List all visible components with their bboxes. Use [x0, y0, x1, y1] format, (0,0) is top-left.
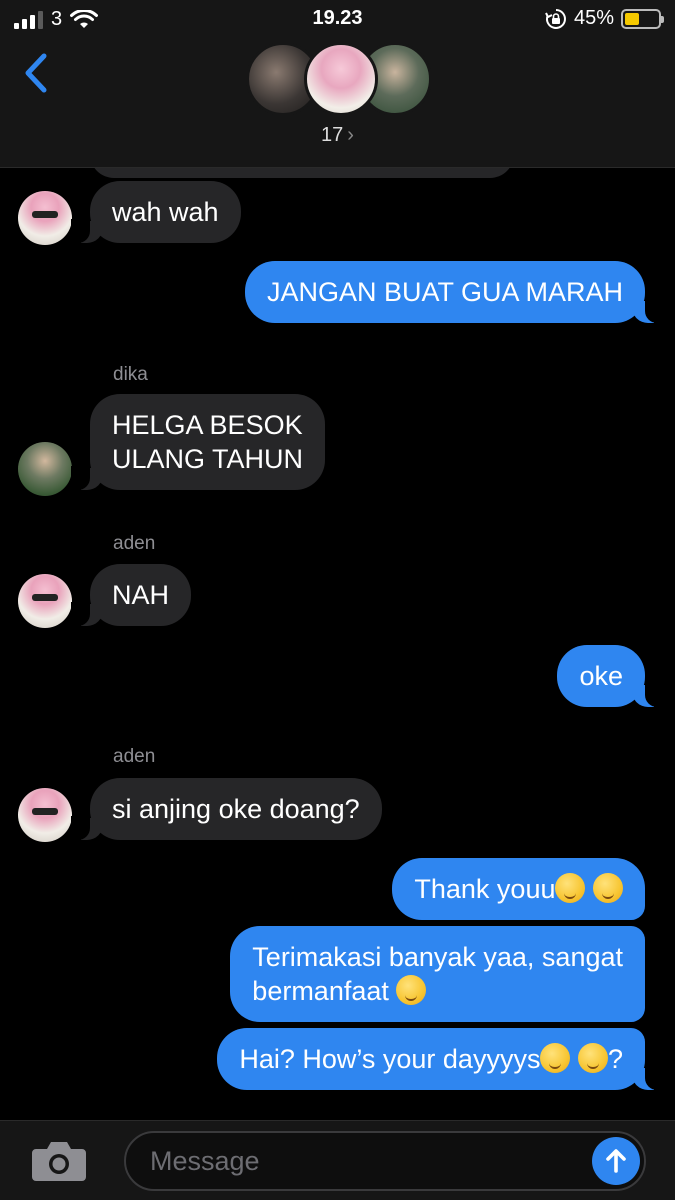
battery-icon — [621, 8, 664, 29]
previous-message-bubble — [90, 168, 514, 178]
status-right: 45% — [545, 7, 664, 30]
camera-icon[interactable] — [30, 1139, 88, 1183]
outgoing-message[interactable]: Hai? How’s your dayyyys ? — [217, 1028, 664, 1090]
outgoing-message[interactable]: Terimakasi banyak yaa, sangat bermanfaat — [230, 926, 645, 1022]
winking-face-icon — [540, 1043, 571, 1073]
incoming-message[interactable]: NAH — [71, 564, 192, 626]
message-text-line: Terimakasi banyak yaa, sangat — [252, 942, 623, 972]
incoming-message[interactable]: wah wah — [71, 181, 241, 243]
smiling-face-icon — [593, 873, 623, 903]
group-member-count[interactable]: 17 › — [0, 124, 675, 147]
member-avatar — [304, 42, 378, 116]
battery-fill — [625, 12, 640, 25]
chevron-right-icon: › — [347, 124, 354, 146]
smiling-face-icon — [555, 873, 586, 903]
group-avatars[interactable] — [246, 42, 432, 116]
member-count-label: 17 — [321, 124, 344, 146]
message-text-suffix: ? — [607, 1044, 623, 1074]
message-text-line: HELGA BESOK — [112, 410, 303, 440]
sender-name: aden — [113, 746, 156, 767]
outgoing-message[interactable]: JANGAN BUAT GUA MARAH — [244, 261, 664, 323]
avatar-aden[interactable] — [18, 788, 72, 842]
message-text: si anjing oke doang? — [112, 794, 360, 824]
message-list[interactable]: wah wah JANGAN BUAT GUA MARAH dika HELGA… — [0, 168, 675, 1120]
send-button[interactable] — [592, 1137, 640, 1185]
sender-name: aden — [113, 533, 156, 554]
message-field[interactable] — [124, 1131, 646, 1191]
avatar-aden[interactable] — [18, 191, 72, 245]
message-text: Thank youu — [414, 874, 556, 904]
smiling-face-icon — [396, 975, 427, 1005]
conversation-header: 17 › — [0, 36, 675, 168]
message-input[interactable] — [150, 1133, 590, 1189]
message-text-line: ULANG TAHUN — [112, 444, 304, 474]
incoming-message[interactable]: si anjing oke doang? — [71, 778, 382, 840]
rotation-lock-icon — [545, 8, 566, 29]
arrow-up-icon — [606, 1149, 626, 1173]
message-text: JANGAN BUAT GUA MARAH — [266, 277, 623, 307]
avatar-dika[interactable] — [18, 442, 72, 496]
chevron-left-icon[interactable] — [18, 50, 54, 96]
winking-face-icon — [577, 1043, 608, 1073]
avatar-aden[interactable] — [18, 574, 72, 628]
message-text: NAH — [112, 580, 170, 610]
sender-name: dika — [113, 364, 148, 385]
message-text: wah wah — [112, 197, 219, 227]
outgoing-message[interactable]: Thank youu — [392, 858, 645, 920]
incoming-message[interactable]: HELGA BESOK ULANG TAHUN — [71, 394, 326, 490]
outgoing-message[interactable]: oke — [557, 645, 664, 707]
message-text: Hai? How’s your dayyyys — [239, 1044, 541, 1074]
status-bar: 3 19.23 45% — [0, 0, 675, 36]
message-text-line: bermanfaat — [252, 974, 623, 1008]
message-text: oke — [579, 661, 623, 691]
compose-bar — [0, 1120, 675, 1200]
message-text: bermanfaat — [252, 976, 389, 1006]
battery-percent: 45% — [573, 7, 614, 29]
